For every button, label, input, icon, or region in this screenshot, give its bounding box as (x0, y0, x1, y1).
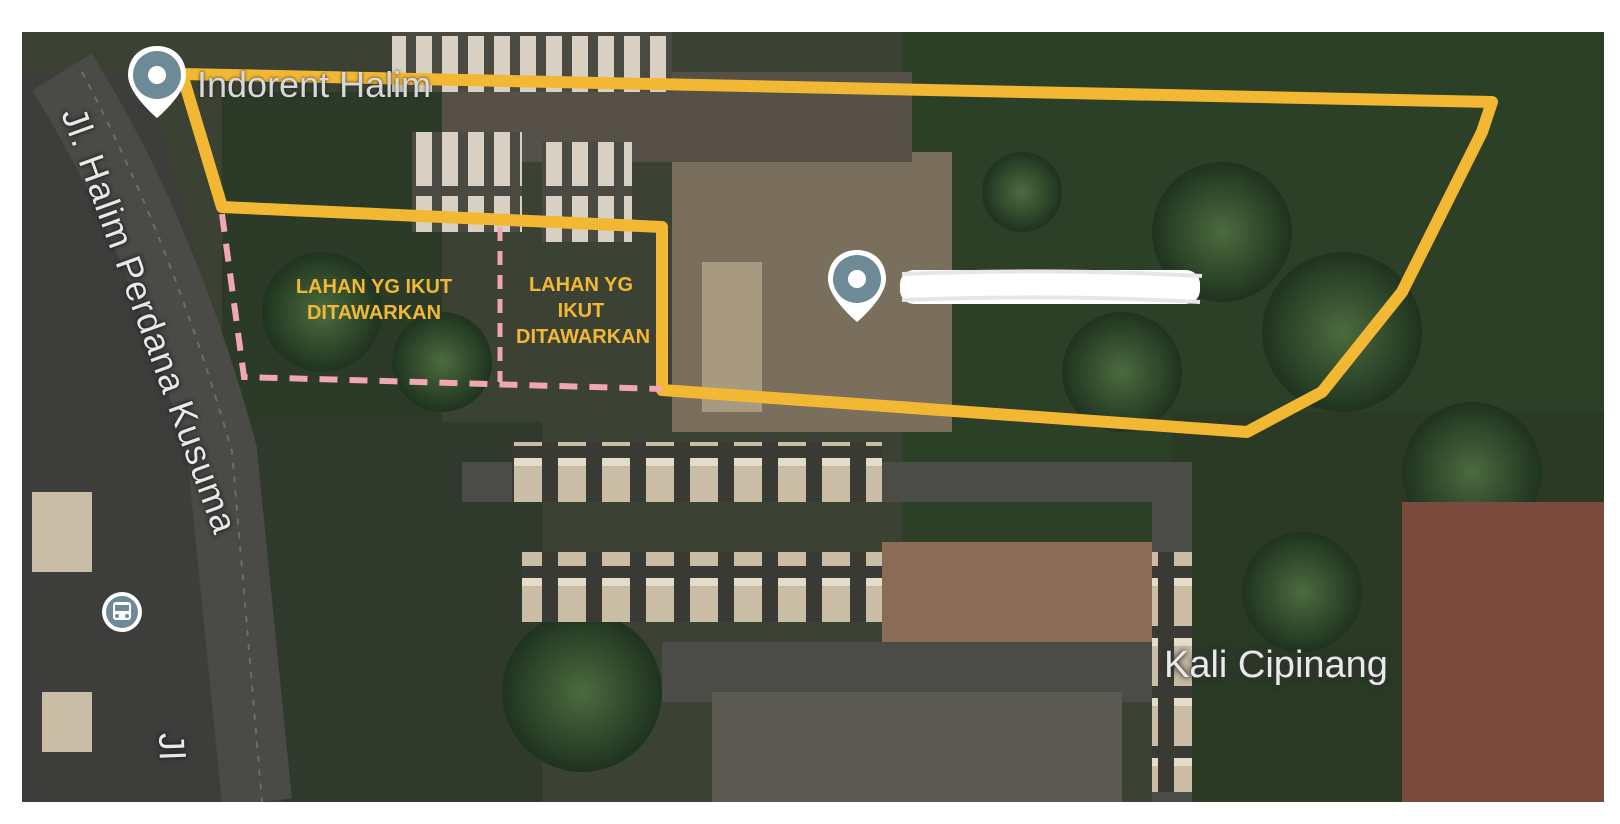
place-label[interactable]: Kali Cipinang (1164, 644, 1388, 687)
location-pin-icon[interactable] (822, 246, 892, 331)
redacted-label (900, 269, 1203, 304)
poi-label[interactable]: Indorent Halim (197, 64, 431, 106)
satellite-map[interactable]: Indorent Halim Jl. Halim Perdana Kusuma … (22, 32, 1604, 802)
bus-stop-icon[interactable] (100, 590, 144, 639)
location-pin-icon[interactable] (122, 42, 192, 127)
road-label-bottom: Jl (151, 732, 193, 762)
parcel-label: LAHAN YG IKUT DITAWARKAN (516, 274, 651, 348)
parcel-label: LAHAN YG IKUT DITAWARKAN (295, 276, 453, 324)
